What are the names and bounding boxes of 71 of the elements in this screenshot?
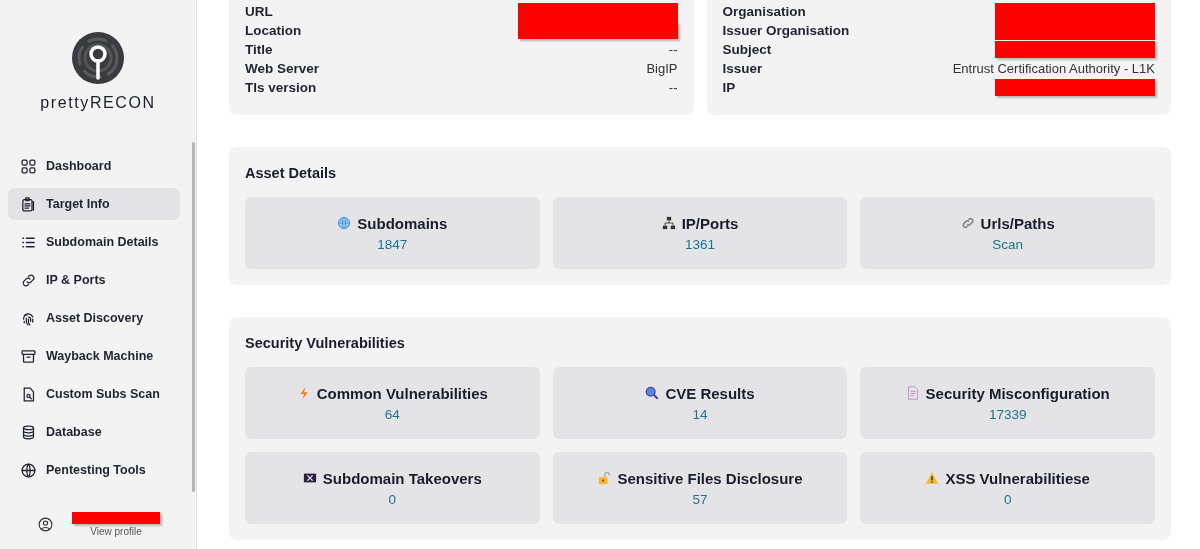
- stat-tile[interactable]: Security Misconfiguration 17339: [860, 367, 1155, 439]
- view-profile-link[interactable]: View profile: [90, 526, 142, 537]
- field-label: Issuer: [722, 61, 763, 76]
- field-value: BigIP: [646, 61, 678, 76]
- field-label: Title: [245, 42, 273, 57]
- crossbones-flag-icon: [302, 471, 317, 485]
- warning-icon: [925, 471, 940, 485]
- globe-icon: [20, 461, 37, 479]
- stat-tile[interactable]: XSS Vulnerabilitiese 0: [860, 452, 1155, 524]
- archive-box-icon: [20, 347, 37, 365]
- stat-tile[interactable]: CVE Results 14: [552, 367, 848, 439]
- link-icon: [20, 271, 37, 289]
- tile-value: 64: [384, 406, 400, 422]
- tile-label: Urls/Paths: [980, 214, 1055, 232]
- tile-value: 0: [1003, 491, 1012, 507]
- tile-label: CVE Results: [665, 384, 755, 402]
- field-value: --: [668, 42, 678, 57]
- network-icon: [661, 216, 676, 230]
- tile-label: Subdomains: [357, 214, 448, 232]
- field-value: --: [668, 80, 678, 95]
- user-avatar-icon: [37, 516, 54, 533]
- tile-label: Subdomain Takeovers: [322, 469, 482, 487]
- tile-value: 57: [692, 491, 708, 507]
- section-title: Asset Details: [245, 164, 338, 183]
- tile-value: Scan: [992, 236, 1024, 252]
- stat-tile[interactable]: Subdomains 1847: [245, 197, 540, 269]
- tile-value: 1361: [684, 236, 715, 252]
- tile-value: 14: [692, 406, 708, 422]
- nav-item[interactable]: Target Info: [8, 188, 180, 220]
- nav-item[interactable]: Subdomain Details: [8, 226, 180, 258]
- logo-icon: [72, 32, 124, 84]
- tile-value: 1847: [377, 236, 408, 252]
- stat-tile[interactable]: Urls/Paths Scan: [860, 197, 1155, 269]
- tile-label: IP/Ports: [681, 214, 739, 232]
- tile-label: Security Misconfiguration: [925, 384, 1110, 402]
- nav-item[interactable]: Pentesting Tools: [8, 454, 180, 486]
- stat-tile[interactable]: IP/Ports 1361: [552, 197, 848, 269]
- nav-item[interactable]: IP & Ports: [8, 264, 180, 296]
- nav-item[interactable]: Wayback Machine: [8, 340, 180, 372]
- field-label: Subject: [722, 42, 772, 57]
- scrollbar[interactable]: [192, 142, 195, 492]
- section-title: Security Vulnerabilities: [245, 334, 406, 353]
- tile-label: Common Vulnerabilities: [316, 384, 488, 402]
- nav-item[interactable]: Custom Subs Scan: [8, 378, 180, 410]
- magnifier-icon: [645, 386, 660, 400]
- tile-value: 17339: [988, 406, 1027, 422]
- field-label: IP: [722, 80, 736, 95]
- tile-value: 0: [388, 491, 397, 507]
- stat-tile[interactable]: Common Vulnerabilities 64: [245, 367, 540, 439]
- tile-label: Sensitive Files Disclosure: [617, 469, 803, 487]
- nav-item[interactable]: Asset Discovery: [8, 302, 180, 334]
- field-label: Issuer Organisation: [722, 23, 850, 38]
- grid-icon: [20, 157, 37, 175]
- nav-item[interactable]: Database: [8, 416, 180, 448]
- field-label: Organisation: [722, 4, 806, 19]
- database-icon: [20, 423, 37, 441]
- globe-icon: [337, 216, 352, 230]
- field-label: Location: [245, 23, 302, 38]
- unlocked-lock-icon: [597, 471, 612, 485]
- field-label: URL: [245, 4, 273, 19]
- link-icon: [960, 216, 975, 230]
- tile-label: XSS Vulnerabilitiese: [945, 469, 1090, 487]
- field-label: Web Server: [245, 61, 320, 76]
- field-label: Tls version: [245, 80, 317, 95]
- stat-tile[interactable]: Subdomain Takeovers 0: [245, 452, 540, 524]
- document-icon: [905, 386, 920, 400]
- stat-tile[interactable]: Sensitive Files Disclosure 57: [552, 452, 848, 524]
- field-value: Entrust Certification Authority - L1K: [952, 61, 1155, 76]
- nav-item[interactable]: Dashboard: [8, 150, 180, 182]
- brand-name: prettyRECON: [40, 94, 156, 112]
- clipboard-icon: [20, 195, 37, 213]
